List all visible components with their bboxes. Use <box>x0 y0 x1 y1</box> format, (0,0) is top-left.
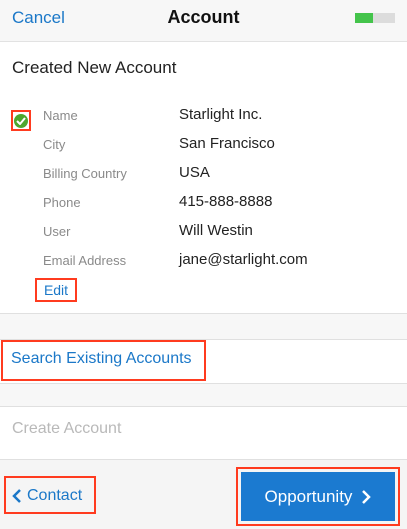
field-value-city: San Francisco <box>179 135 275 152</box>
back-contact-label: Contact <box>27 487 83 504</box>
field-label-user: User <box>43 224 71 239</box>
field-label-email: Email Address <box>43 253 127 268</box>
section-spacer <box>0 384 407 406</box>
field-value-user: Will Westin <box>179 222 253 239</box>
field-value-billing-country: USA <box>179 164 210 181</box>
search-existing-accounts-button[interactable]: Search Existing Accounts <box>11 350 192 368</box>
edit-link[interactable]: Edit <box>35 278 77 302</box>
field-label-city: City <box>43 137 66 152</box>
field-value-name: Starlight Inc. <box>179 106 263 123</box>
page-title: Account <box>167 7 240 27</box>
field-label-billing-country: Billing Country <box>43 166 127 181</box>
field-label-name: Name <box>43 108 78 123</box>
field-value-phone: 415-888-8888 <box>179 193 273 210</box>
field-label-phone: Phone <box>43 195 81 210</box>
create-account-button[interactable]: Create Account <box>12 420 121 438</box>
progress-bar-fill <box>355 13 373 23</box>
back-contact-button[interactable]: Contact <box>12 487 82 505</box>
chevron-right-icon <box>362 489 372 504</box>
chevron-left-icon <box>12 489 21 503</box>
section-spacer <box>0 314 407 339</box>
selected-record-checkbox[interactable] <box>11 110 31 131</box>
divider <box>0 313 407 314</box>
field-value-email: jane@starlight.com <box>179 251 308 268</box>
divider <box>0 406 407 407</box>
progress-bar <box>355 13 395 23</box>
nav-header: Cancel Account <box>0 0 407 42</box>
next-opportunity-button[interactable]: Opportunity <box>241 472 395 521</box>
check-circle-icon <box>14 113 28 128</box>
next-opportunity-label: Opportunity <box>264 486 353 506</box>
section-title: Created New Account <box>12 58 177 77</box>
